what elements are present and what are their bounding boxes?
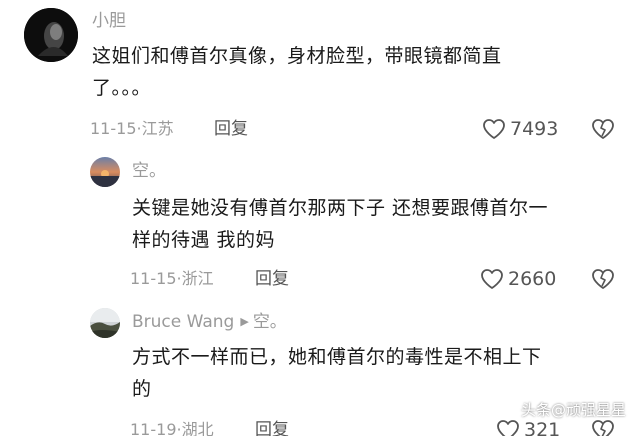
sunset-avatar-icon — [90, 157, 120, 187]
comment-date: 11-15 — [90, 119, 137, 138]
avatar[interactable] — [90, 157, 120, 187]
comment-text-line: 关键是她没有傅首尔那两下子 还想要跟傅首尔一 — [132, 197, 549, 219]
like-count: 2660 — [508, 268, 557, 290]
watermark: 头条@顽强星星 — [520, 401, 626, 419]
avatar[interactable] — [90, 308, 120, 338]
comment-location: 江苏 — [141, 119, 174, 138]
comment-date: 11-15 — [130, 269, 177, 288]
broken-heart-icon — [592, 420, 614, 436]
username: Bruce Wang ▶ 空。 — [132, 311, 287, 333]
comment-meta: 11-15·浙江 — [130, 268, 214, 290]
heart-icon — [483, 119, 505, 139]
comment-text-line: 了。。。 — [92, 77, 152, 99]
like-count: 7493 — [510, 118, 559, 140]
comment-location: 浙江 — [181, 269, 214, 288]
comment-text-line: 这姐们和傅首尔真像，身材脸型，带眼镜都简直 — [92, 45, 502, 67]
comment-meta: 11-19·湖北 — [130, 419, 214, 436]
comment-text: 方式不一样而已，她和傅首尔的毒性是不相上下 的 — [132, 341, 622, 405]
reply-arrow-icon: ▶ — [240, 315, 249, 328]
comment-text-line: 样的待遇 我的妈 — [132, 229, 276, 251]
heart-icon — [497, 420, 519, 436]
dislike-button[interactable] — [590, 418, 616, 436]
broken-heart-icon — [592, 269, 614, 289]
landscape-avatar-icon — [90, 308, 120, 338]
like-button[interactable]: 2660 — [480, 267, 556, 291]
comment-location: 湖北 — [181, 420, 214, 436]
username[interactable]: 小胆 — [92, 10, 126, 32]
like-count: 321 — [524, 419, 561, 436]
reply-author[interactable]: Bruce Wang — [132, 312, 234, 332]
comment-meta: 11-15·江苏 — [90, 118, 174, 140]
comment-text: 这姐们和傅首尔真像，身材脸型，带眼镜都简直 了。。。 — [92, 40, 592, 104]
dislike-button[interactable] — [590, 267, 616, 295]
like-button[interactable]: 321 — [496, 418, 560, 436]
comment-text: 关键是她没有傅首尔那两下子 还想要跟傅首尔一 样的待遇 我的妈 — [132, 192, 622, 256]
comment-date: 11-19 — [130, 420, 177, 436]
reply-target[interactable]: 空。 — [253, 312, 287, 332]
like-button[interactable]: 7493 — [482, 117, 558, 141]
dark-portrait-avatar-icon — [24, 8, 78, 62]
heart-icon — [481, 269, 503, 289]
comment-list: 小胆 这姐们和傅首尔真像，身材脸型，带眼镜都简直 了。。。 11-15·江苏 回… — [0, 0, 640, 436]
avatar[interactable] — [24, 8, 78, 62]
reply-button[interactable]: 回复 — [255, 419, 289, 436]
comment-text-line: 方式不一样而已，她和傅首尔的毒性是不相上下 — [132, 346, 542, 368]
reply-button[interactable]: 回复 — [255, 268, 289, 290]
username[interactable]: 空。 — [132, 160, 166, 182]
reply-button[interactable]: 回复 — [214, 118, 248, 140]
broken-heart-icon — [592, 119, 614, 139]
dislike-button[interactable] — [590, 117, 616, 145]
